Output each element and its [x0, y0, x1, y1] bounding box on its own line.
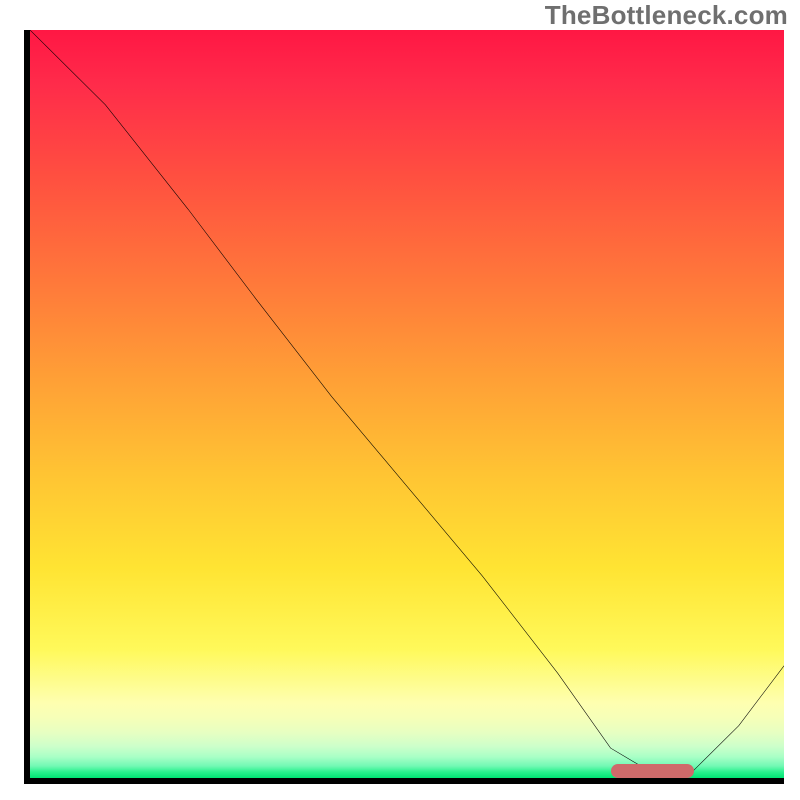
optimal-range-marker	[611, 764, 694, 778]
curve-svg	[30, 30, 784, 778]
chart-frame: TheBottleneck.com	[0, 0, 800, 800]
bottleneck-curve-path	[30, 30, 784, 771]
plot-area	[30, 30, 784, 778]
watermark-text: TheBottleneck.com	[545, 0, 788, 31]
